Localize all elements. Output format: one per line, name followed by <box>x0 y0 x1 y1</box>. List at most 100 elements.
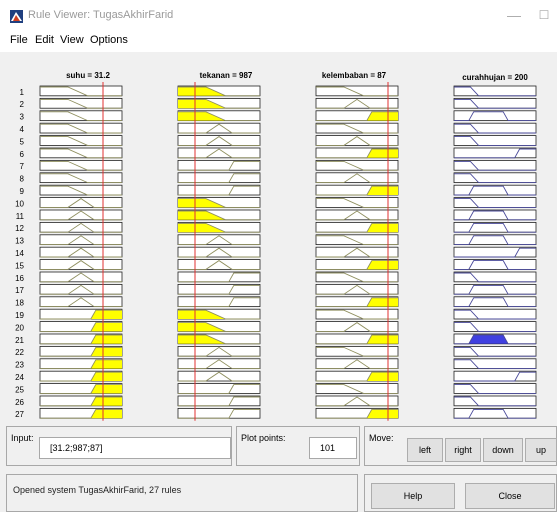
output-mf-box <box>453 259 537 270</box>
menu-edit[interactable]: Edit <box>35 34 54 46</box>
rule-number: 3 <box>20 113 25 122</box>
rule-number: 7 <box>20 162 25 171</box>
rule-number: 15 <box>15 261 24 270</box>
status-panel: Opened system TugasAkhirFarid, 27 rules <box>6 474 358 512</box>
input-mf-box <box>315 383 399 394</box>
help-button[interactable]: Help <box>371 483 455 509</box>
rule-number: 6 <box>20 150 25 159</box>
rule-number: 8 <box>20 175 25 184</box>
output-mf-box <box>453 283 537 295</box>
plot-points-label: Plot points: <box>241 433 286 443</box>
minimize-button[interactable]: — <box>500 3 528 27</box>
move-down-button[interactable]: down <box>483 438 523 462</box>
control-panel: Input: [31.2;987;87] Plot points: 101 Mo… <box>0 424 557 512</box>
maximize-button[interactable]: ☐ <box>530 3 557 27</box>
output-mf-box <box>453 110 537 121</box>
output-mf-box <box>453 321 537 332</box>
menu-options[interactable]: Options <box>90 34 128 46</box>
input-mf-box <box>177 296 261 308</box>
input-mf-box <box>177 271 261 283</box>
output-mf-box <box>453 407 537 419</box>
input-mf-box <box>39 172 123 184</box>
input-mf-box <box>39 98 123 109</box>
column-header-0: suhu = 31.2 <box>66 71 110 80</box>
output-mf-box <box>453 221 537 233</box>
input-mf-box <box>39 122 123 134</box>
rule-number: 22 <box>15 348 24 357</box>
input-mf-box <box>315 271 399 283</box>
output-mf-box <box>453 308 537 320</box>
rule-number: 4 <box>20 125 25 134</box>
output-mf-box <box>453 85 537 97</box>
rule-number: 13 <box>15 237 24 246</box>
input-mf-box <box>177 383 261 394</box>
rule-number: 18 <box>15 299 24 308</box>
output-mf-box <box>453 160 537 171</box>
output-mf-box <box>453 209 537 221</box>
output-mf-box <box>453 135 537 146</box>
rule-plot-svg[interactable]: suhu = 31.2 tekanan = 987 kelembaban = 87 c… <box>0 52 557 424</box>
output-mf-box <box>453 271 537 283</box>
window-title: Rule Viewer: TugasAkhirFarid <box>28 9 174 21</box>
menu-view[interactable]: View <box>60 34 84 46</box>
output-mf-box <box>453 98 537 109</box>
menu-bar: File Edit View Options <box>0 32 557 52</box>
output-mf-box <box>453 197 537 208</box>
input-mf-box <box>177 160 261 171</box>
input-mf-box <box>315 160 399 171</box>
input-mf-box <box>39 135 123 146</box>
rule-number: 21 <box>15 336 24 345</box>
rule-number: 1 <box>20 88 25 97</box>
status-message: Opened system TugasAkhirFarid, 27 rules <box>13 485 182 495</box>
move-label: Move: <box>369 433 394 443</box>
column-header-3: curahhujan = 200 <box>462 73 528 82</box>
rule-number: 17 <box>15 286 24 295</box>
column-header-2: kelembaban = 87 <box>322 71 387 80</box>
move-up-button[interactable]: up <box>525 438 557 462</box>
input-mf-box <box>177 184 261 196</box>
input-mf-box <box>315 234 399 246</box>
rule-number: 19 <box>15 311 24 320</box>
output-mf-box <box>453 147 537 159</box>
rule-number: 14 <box>15 249 24 258</box>
rule-plot-area[interactable]: suhu = 31.2 tekanan = 987 kelembaban = 87 c… <box>0 52 557 424</box>
help-close-panel: Help Close <box>364 474 557 512</box>
input-mf-box <box>177 283 261 295</box>
input-label: Input: <box>11 433 34 443</box>
output-mf-box <box>453 395 537 407</box>
input-mf-box <box>315 345 399 357</box>
rule-number: 26 <box>15 398 24 407</box>
input-mf-box <box>39 160 123 171</box>
input-vector-field[interactable]: [31.2;987;87] <box>39 437 231 459</box>
plot-points-panel: Plot points: 101 <box>236 426 360 466</box>
output-mf-box <box>453 184 537 196</box>
input-mf-box <box>315 122 399 134</box>
rule-number: 20 <box>15 323 24 332</box>
input-mf-box <box>39 110 123 121</box>
plot-points-field[interactable]: 101 <box>309 437 357 459</box>
input-mf-box <box>39 85 123 97</box>
input-mf-box <box>315 308 399 320</box>
output-mf-box <box>453 122 537 134</box>
output-mf-box <box>453 345 537 357</box>
rule-number: 27 <box>15 410 24 419</box>
close-button[interactable]: Close <box>465 483 555 509</box>
title-bar: Rule Viewer: TugasAkhirFarid — ☐ <box>0 0 557 32</box>
input-mf-box <box>177 172 261 184</box>
input-mf-box <box>177 395 261 407</box>
move-panel: Move: left right down up <box>364 426 557 466</box>
input-mf-box <box>315 85 399 97</box>
output-mf-box <box>453 172 537 184</box>
move-left-button[interactable]: left <box>407 438 443 462</box>
output-mf-box <box>453 383 537 394</box>
output-mf-box <box>453 370 537 382</box>
rule-number: 24 <box>15 373 24 382</box>
rule-number: 23 <box>15 361 24 370</box>
move-right-button[interactable]: right <box>445 438 481 462</box>
input-mf-box <box>39 147 123 159</box>
rule-number: 11 <box>16 212 25 221</box>
menu-file[interactable]: File <box>10 34 28 46</box>
output-mf-box <box>453 358 537 369</box>
input-mf-box <box>39 184 123 196</box>
rule-number: 9 <box>20 187 25 196</box>
